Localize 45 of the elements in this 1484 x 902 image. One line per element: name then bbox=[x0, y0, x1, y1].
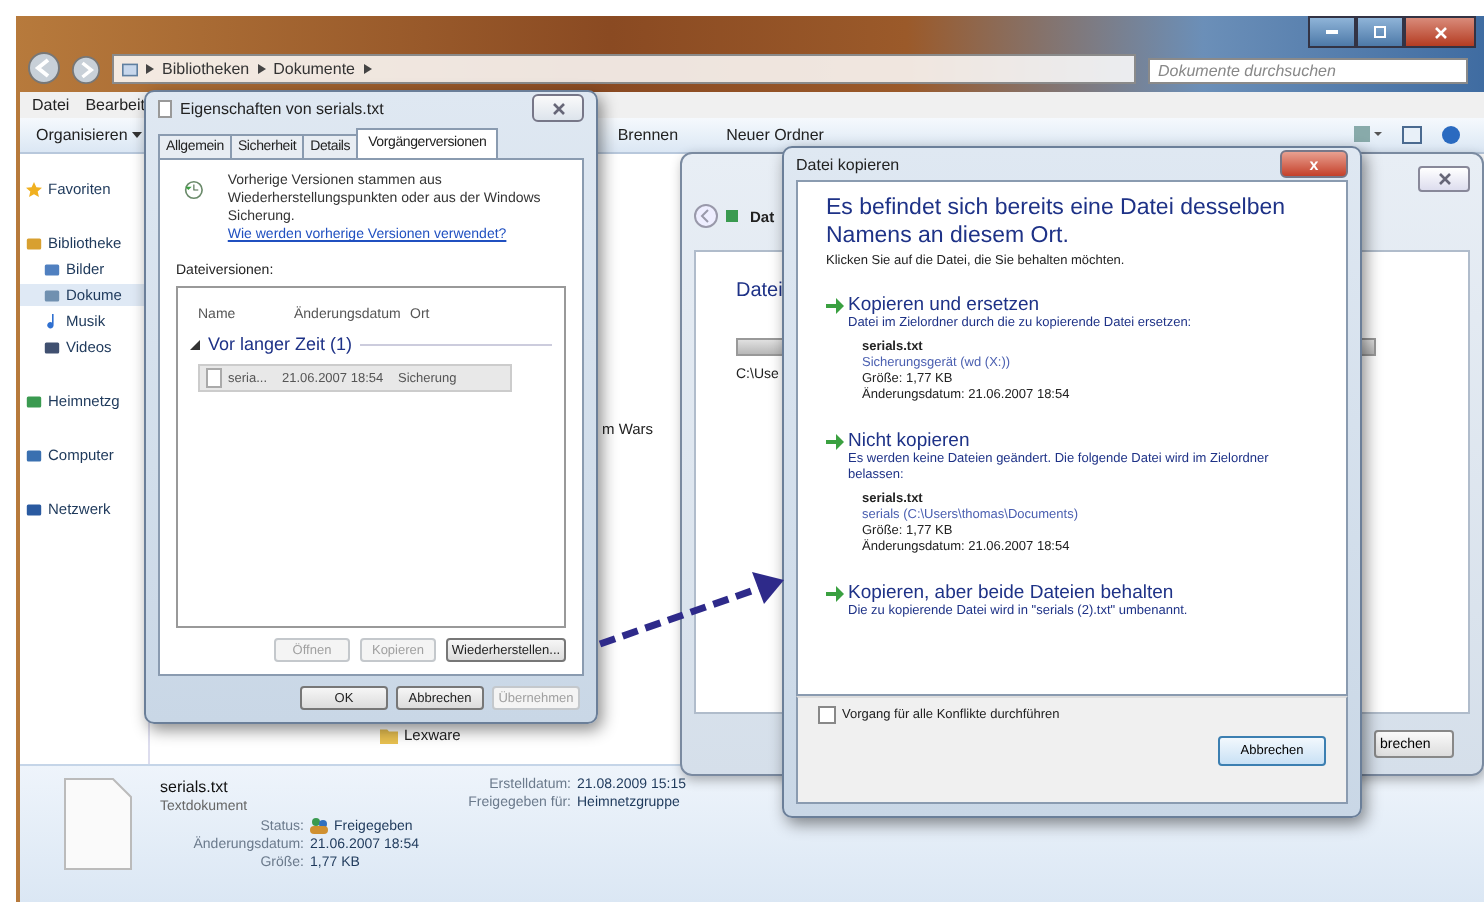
close-button[interactable]: x bbox=[1280, 150, 1348, 178]
option-link[interactable]: Nicht kopieren bbox=[826, 430, 970, 452]
chevron-icon bbox=[363, 64, 372, 74]
caret-icon bbox=[131, 132, 142, 138]
toolbar-button[interactable]: Neuer Ordner bbox=[726, 126, 824, 144]
toolbar-button[interactable]: Organisieren bbox=[36, 126, 142, 144]
minimize-button[interactable] bbox=[1308, 16, 1356, 48]
file-icon bbox=[158, 99, 172, 117]
close-icon bbox=[1433, 25, 1447, 39]
text-file-icon bbox=[64, 778, 132, 870]
music-note-icon bbox=[44, 313, 60, 329]
close-button[interactable] bbox=[1418, 166, 1470, 192]
back-button[interactable] bbox=[28, 52, 60, 84]
close-button[interactable] bbox=[532, 94, 584, 122]
menu-item[interactable]: Datei bbox=[32, 96, 70, 114]
file-name: serials.txt bbox=[160, 778, 230, 796]
breadcrumb[interactable]: Bibliotheken bbox=[162, 60, 250, 78]
address-bar[interactable]: Bibliotheken Dokumente bbox=[112, 54, 1136, 84]
arrow-icon bbox=[826, 585, 844, 601]
people-icon bbox=[310, 818, 328, 834]
chevron-icon bbox=[146, 64, 154, 74]
expand-toggle-icon[interactable] bbox=[190, 339, 200, 349]
arrow-icon bbox=[826, 297, 844, 313]
search-field[interactable]: Dokumente durchsuchen bbox=[1148, 58, 1468, 84]
dialog-title: Datei kopieren bbox=[796, 155, 900, 173]
close-icon bbox=[551, 101, 565, 115]
minimize-icon bbox=[1326, 30, 1338, 34]
menu-item[interactable]: Bearbeit bbox=[85, 96, 145, 114]
arrow-icon bbox=[826, 433, 844, 449]
close-icon bbox=[1437, 172, 1451, 186]
option-link[interactable]: Kopieren, aber beide Dateien behalten bbox=[826, 582, 1174, 604]
option-link[interactable]: Kopieren und ersetzen bbox=[826, 294, 1040, 316]
close-button[interactable] bbox=[1404, 16, 1476, 48]
chevron-icon bbox=[257, 64, 266, 74]
toolbar-button[interactable]: Brennen bbox=[617, 126, 679, 144]
dialog-title: Eigenschaften von serials.txt bbox=[180, 99, 384, 117]
progress-heading: Datei bbox=[736, 280, 783, 302]
forward-button[interactable] bbox=[72, 56, 100, 84]
maximize-button[interactable] bbox=[1356, 16, 1404, 48]
dialog-heading: Es befindet sich bereits eine Datei desselben Namens an diesem Ort. bbox=[826, 194, 1288, 250]
star-icon bbox=[26, 181, 42, 197]
group-header[interactable]: Vor langer Zeit (1) bbox=[208, 334, 353, 354]
breadcrumb[interactable]: Dokumente bbox=[273, 60, 356, 78]
file-icon bbox=[206, 368, 222, 388]
maximize-icon bbox=[1374, 26, 1386, 38]
